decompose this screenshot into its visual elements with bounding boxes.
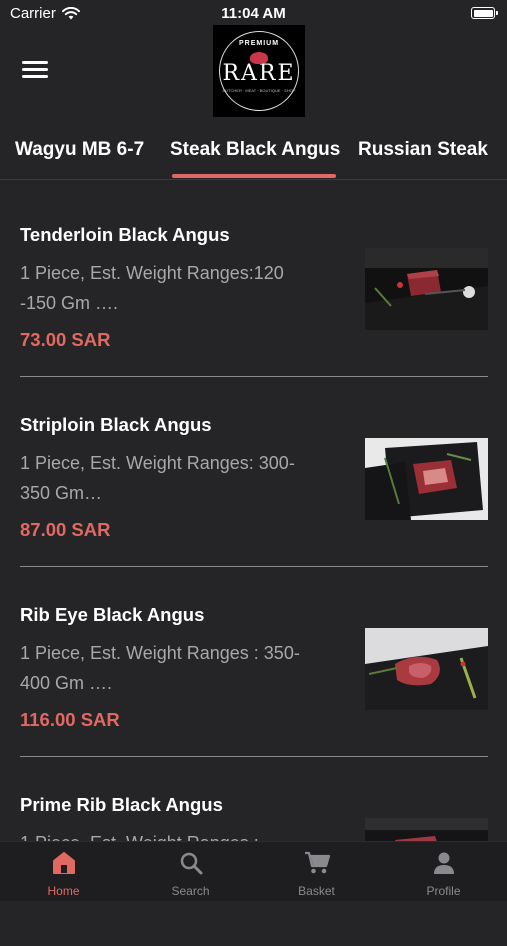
tab-russian-steak[interactable]: Russian Steak bbox=[358, 139, 488, 161]
tab-home[interactable]: Home bbox=[0, 842, 127, 901]
meat-icon bbox=[250, 52, 268, 64]
logo-tagline: BUTCHER · MEAT · BOUTIQUE · SHOP bbox=[222, 88, 296, 93]
logo-premium-text: PREMIUM bbox=[238, 40, 280, 47]
menu-button[interactable] bbox=[22, 61, 48, 81]
product-name: Striploin Black Angus bbox=[20, 414, 212, 435]
logo-brand-text: RARE bbox=[222, 61, 296, 86]
product-price: 116.00 SAR bbox=[20, 709, 120, 730]
clock: 11:04 AM bbox=[221, 5, 286, 22]
home-icon bbox=[52, 852, 75, 874]
battery-icon bbox=[471, 7, 498, 19]
active-tab-indicator bbox=[172, 174, 336, 178]
tab-wagyu[interactable]: Wagyu MB 6-7 bbox=[15, 139, 144, 161]
product-price: 73.00 SAR bbox=[20, 329, 111, 350]
product-image bbox=[365, 248, 488, 330]
header: PREMIUM RARE BUTCHER · MEAT · BOUTIQUE ·… bbox=[0, 24, 507, 120]
tab-profile[interactable]: Profile bbox=[380, 842, 507, 901]
tab-steak-black-angus[interactable]: Steak Black Angus bbox=[170, 139, 340, 161]
tab-home-label: Home bbox=[47, 884, 80, 898]
tab-basket-label: Basket bbox=[298, 884, 335, 898]
product-item[interactable]: Rib Eye Black Angus 1 Piece, Est. Weight… bbox=[20, 576, 488, 757]
tab-basket[interactable]: Basket bbox=[253, 842, 380, 901]
brand-logo: PREMIUM RARE BUTCHER · MEAT · BOUTIQUE ·… bbox=[213, 25, 305, 117]
menu-icon bbox=[22, 61, 48, 64]
tab-search-label: Search bbox=[171, 884, 210, 898]
product-name: Rib Eye Black Angus bbox=[20, 604, 205, 625]
product-price: 87.00 SAR bbox=[20, 519, 111, 540]
product-description: 1 Piece, Est. Weight Ranges:120 -150 Gm … bbox=[20, 263, 284, 313]
product-name: Tenderloin Black Angus bbox=[20, 224, 230, 245]
product-image bbox=[365, 628, 488, 710]
bottom-tab-bar: Home Search Basket Profile bbox=[0, 841, 507, 901]
product-image bbox=[365, 438, 488, 520]
category-tabs: Wagyu MB 6-7 Steak Black Angus Russian S… bbox=[0, 133, 507, 180]
product-description: 1 Piece, Est. Weight Ranges : 350-400 Gm… bbox=[20, 643, 300, 693]
product-name: Prime Rib Black Angus bbox=[20, 794, 223, 815]
product-item[interactable]: Tenderloin Black Angus 1 Piece, Est. Wei… bbox=[20, 196, 488, 377]
search-icon bbox=[180, 852, 202, 875]
product-description: 1 Piece, Est. Weight Ranges: 300-350 Gm… bbox=[20, 453, 295, 503]
tab-search[interactable]: Search bbox=[127, 842, 254, 901]
product-item[interactable]: Striploin Black Angus 1 Piece, Est. Weig… bbox=[20, 386, 488, 567]
tab-profile-label: Profile bbox=[426, 884, 461, 898]
person-icon bbox=[433, 852, 454, 874]
cart-icon bbox=[304, 851, 330, 874]
